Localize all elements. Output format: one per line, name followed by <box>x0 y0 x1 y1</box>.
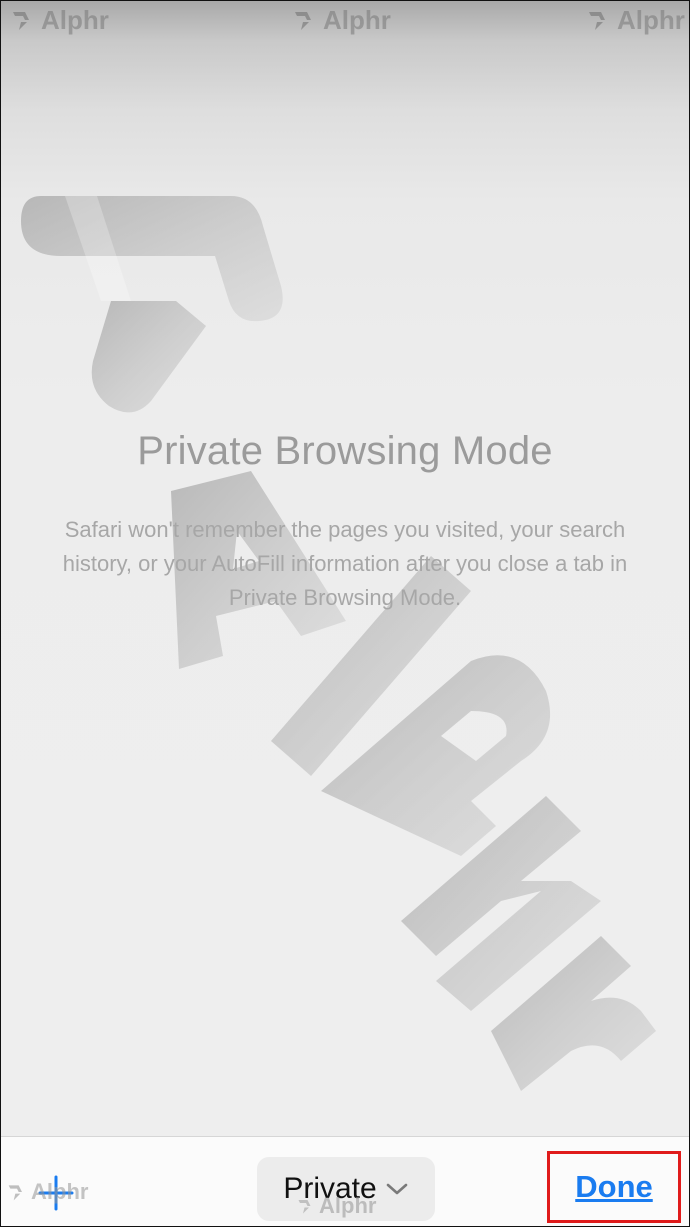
private-browsing-title: Private Browsing Mode <box>137 429 553 473</box>
tab-overview-toolbar: Alphr Private Alphr Done <box>1 1136 689 1226</box>
alphr-logo-icon <box>295 12 311 30</box>
watermark-text: Alphr <box>617 4 685 35</box>
tab-group-label: Private <box>283 1172 377 1205</box>
top-right-watermark: Alphr <box>587 3 685 37</box>
private-browsing-description: Safari won't remember the pages you visi… <box>62 517 628 610</box>
done-button[interactable]: Done <box>547 1151 681 1223</box>
top-left-watermark: Alphr <box>11 3 109 37</box>
plus-icon <box>38 1175 74 1211</box>
top-center-watermark: Alphr <box>293 3 391 37</box>
chevron-down-icon <box>386 1183 407 1195</box>
alphr-logo-icon <box>8 1185 22 1201</box>
done-button-label: Done <box>575 1169 653 1204</box>
tab-group-selector[interactable]: Private <box>257 1157 435 1221</box>
alphr-logo-icon <box>13 12 29 30</box>
watermark-text: Alphr <box>323 4 391 35</box>
safari-tab-overview-screen: Alphr Alphr Alphr Private Browsing Mode … <box>0 0 690 1227</box>
new-tab-button[interactable] <box>31 1167 81 1217</box>
private-browsing-content-area: Alphr Alphr Alphr Private Browsing Mode … <box>1 1 689 1136</box>
alphr-logo-icon <box>589 12 605 30</box>
watermark-text: Alphr <box>41 4 109 35</box>
